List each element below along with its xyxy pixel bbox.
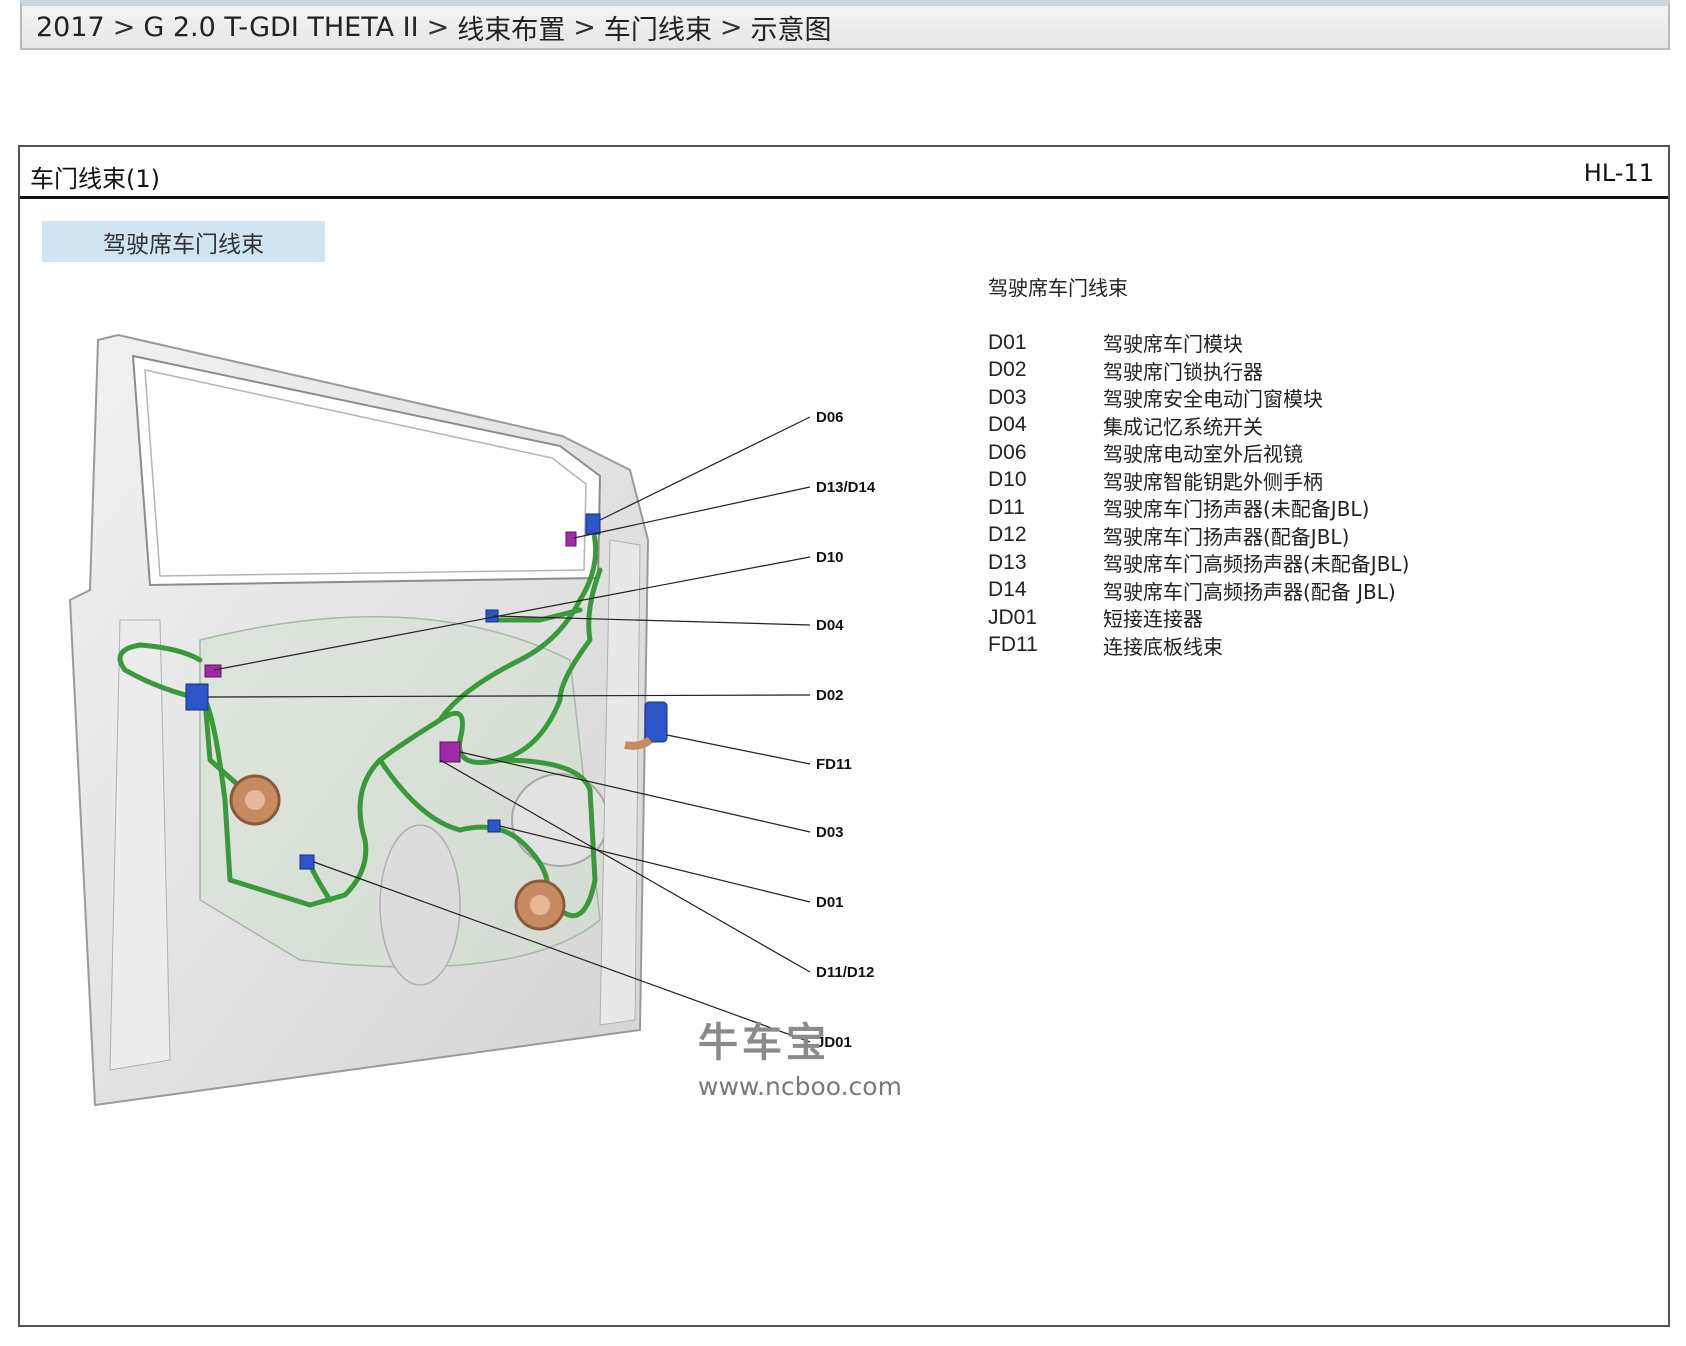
- legend-row: D10 驾驶席智能钥匙外侧手柄: [988, 467, 1628, 495]
- legend-row: D11 驾驶席车门扬声器(未配备JBL): [988, 494, 1628, 522]
- connector-d10[interactable]: [204, 664, 222, 678]
- legend-code: D04: [988, 413, 1027, 437]
- legend-code: D03: [988, 385, 1027, 409]
- connector-jd01[interactable]: [299, 854, 315, 870]
- callout-fd11: FD11: [816, 756, 852, 773]
- legend-description: 短接连接器: [1103, 607, 1203, 632]
- legend-description: 驾驶席车门高频扬声器(配备 JBL): [1103, 579, 1396, 604]
- legend-row: D04 集成记忆系统开关: [988, 412, 1628, 440]
- legend-description: 驾驶席智能钥匙外侧手柄: [1103, 469, 1323, 494]
- callout-d06: D06: [816, 409, 844, 426]
- connector-legend: 驾驶席车门线束 D01 驾驶席车门模块 D02 驾驶席门锁执行器 D03 驾驶席安全电动门…: [988, 272, 1628, 659]
- legend-row: D14 驾驶席车门高频扬声器(配备 JBL): [988, 577, 1628, 605]
- legend-description: 驾驶席车门扬声器(未配备JBL): [1103, 497, 1370, 522]
- connector-d01[interactable]: [487, 819, 501, 833]
- callout-d04: D04: [816, 617, 844, 634]
- legend-code: D10: [988, 468, 1027, 492]
- legend-title: 驾驶席车门线束: [988, 276, 1128, 300]
- legend-row: JD01 短接连接器: [988, 604, 1628, 632]
- callout-d10: D10: [816, 549, 844, 566]
- legend-description: 驾驶席车门模块: [1103, 332, 1243, 357]
- legend-description: 驾驶席安全电动门窗模块: [1103, 387, 1323, 412]
- speaker-front: [229, 774, 281, 826]
- legend-row: D06 驾驶席电动室外后视镜: [988, 439, 1628, 467]
- legend-description: 驾驶席车门高频扬声器(未配备JBL): [1103, 552, 1410, 577]
- legend-description: 连接底板线束: [1103, 634, 1223, 659]
- connector-d13-d14[interactable]: [565, 531, 577, 547]
- callout-d13-d14: D13/D14: [816, 479, 876, 496]
- connector-d03[interactable]: [439, 741, 461, 763]
- legend-code: D13: [988, 550, 1027, 574]
- legend-code: FD11: [988, 633, 1038, 657]
- legend-row: D12 驾驶席车门扬声器(配备JBL): [988, 522, 1628, 550]
- callout-d11-d12: D11/D12: [816, 964, 874, 981]
- legend-description: 驾驶席电动室外后视镜: [1103, 442, 1303, 467]
- door-frame: [68, 333, 650, 1107]
- legend-row: D03 驾驶席安全电动门窗模块: [988, 384, 1628, 412]
- legend-description: 驾驶席车门扬声器(配备JBL): [1103, 524, 1350, 549]
- legend-code: JD01: [988, 605, 1038, 629]
- legend-code: D12: [988, 523, 1027, 547]
- legend-code: D01: [988, 330, 1027, 354]
- legend-code: D14: [988, 578, 1027, 602]
- legend-row: FD11 连接底板线束: [988, 632, 1628, 660]
- callout-d02: D02: [816, 687, 844, 704]
- legend-description: 集成记忆系统开关: [1103, 414, 1263, 439]
- legend-row: D01 驾驶席车门模块: [988, 329, 1628, 357]
- speaker-rear: [514, 879, 566, 931]
- legend-code: D11: [988, 495, 1025, 519]
- watermark-url: www.ncboo.com: [698, 1072, 902, 1101]
- legend-row: D13 驾驶席车门高频扬声器(未配备JBL): [988, 549, 1628, 577]
- legend-row: D02 驾驶席门锁执行器: [988, 357, 1628, 385]
- door-harness-diagram: D06 D13/D14 D10 D04 D02 FD11 D03 D01 D11…: [68, 333, 876, 1107]
- connector-d02[interactable]: [185, 683, 209, 711]
- legend-description: 驾驶席门锁执行器: [1103, 359, 1263, 384]
- legend-code: D06: [988, 440, 1027, 464]
- callout-d03: D03: [816, 824, 844, 841]
- watermark: 牛车宝 www.ncboo.com: [698, 1010, 902, 1101]
- legend-code: D02: [988, 358, 1027, 382]
- connector-d06[interactable]: [585, 513, 601, 535]
- callout-labels: D06 D13/D14 D10 D04 D02 FD11 D03 D01 D11…: [816, 409, 876, 1051]
- watermark-brand: 牛车宝: [698, 1020, 830, 1066]
- callout-d01: D01: [816, 894, 844, 911]
